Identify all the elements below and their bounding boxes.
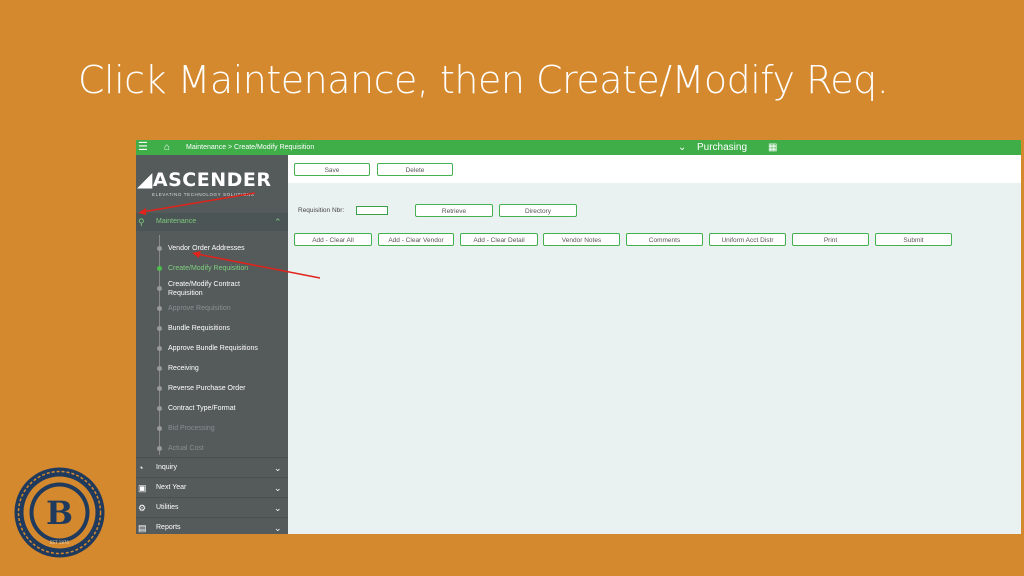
wrench-icon: ⚲ <box>138 217 145 227</box>
document-icon: ▤ <box>138 523 147 533</box>
sidebar-item-label: Requisition <box>168 290 203 297</box>
sidebar-section-label: Utilities <box>156 504 179 511</box>
delete-button[interactable]: Delete <box>377 163 453 176</box>
logo-text: ASCENDER <box>152 169 272 191</box>
home-icon[interactable]: ⌂ <box>164 140 170 155</box>
sidebar-section-label: Reports <box>156 524 181 531</box>
breadcrumb: Maintenance > Create/Modify Requisition <box>186 144 315 151</box>
chevron-down-icon: ⌄ <box>274 483 282 493</box>
sidebar-item-label: Contract Type/Format <box>168 405 236 412</box>
sidebar-section-label: Maintenance <box>156 218 197 225</box>
print-button[interactable]: Print <box>792 233 869 246</box>
grid-icon[interactable]: ▦ <box>768 142 777 153</box>
logo-tagline: ELEVATING TECHNOLOGY SOLUTIONS <box>152 192 255 197</box>
main-content: Save Delete Requisition Nbr: Retrieve Di… <box>288 155 1021 534</box>
sidebar-item-label: Approve Requisition <box>168 305 231 312</box>
sidebar: ◢ASCENDER ELEVATING TECHNOLOGY SOLUTIONS… <box>136 155 288 534</box>
add-clear-vendor-button[interactable]: Add - Clear Vendor <box>378 233 454 246</box>
module-name[interactable]: Purchasing <box>697 140 747 155</box>
chevron-down-icon[interactable]: ⌄ <box>678 140 686 155</box>
chevron-down-icon: ⌄ <box>274 503 282 513</box>
requisition-nbr-label: Requisition Nbr: <box>298 207 345 214</box>
sidebar-item-label: Create/Modify Contract <box>168 281 240 288</box>
submit-button[interactable]: Submit <box>875 233 952 246</box>
add-clear-detail-button[interactable]: Add - Clear Detail <box>460 233 538 246</box>
chevron-down-icon: ⌄ <box>274 523 282 533</box>
school-badge-logo: B EST 1876 <box>14 467 105 558</box>
sidebar-item-label: Approve Bundle Requisitions <box>168 345 258 352</box>
retrieve-button[interactable]: Retrieve <box>415 204 493 217</box>
badge-letter: B <box>46 494 73 532</box>
chevron-up-icon: ⌃ <box>274 217 282 227</box>
slide-title: Click Maintenance, then Create/Modify Re… <box>78 58 889 102</box>
sidebar-section-inquiry[interactable]: ◔ Inquiry ⌄ <box>136 457 288 478</box>
sidebar-item-label: Bundle Requisitions <box>168 325 230 332</box>
requisition-nbr-input[interactable] <box>356 206 388 215</box>
sidebar-item-label: Actual Cost <box>168 445 204 452</box>
sidebar-item-label: Receiving <box>168 365 199 372</box>
comments-button[interactable]: Comments <box>626 233 703 246</box>
sidebar-section-label: Next Year <box>156 484 187 491</box>
save-button[interactable]: Save <box>294 163 370 176</box>
sidebar-section-maintenance[interactable]: ⚲ Maintenance ⌃ <box>136 213 288 231</box>
logo: ◢ASCENDER ELEVATING TECHNOLOGY SOLUTIONS <box>136 161 288 197</box>
vendor-notes-button[interactable]: Vendor Notes <box>543 233 620 246</box>
sidebar-item-label: Vendor Order Addresses <box>168 245 245 252</box>
calendar-icon: ▣ <box>138 483 147 493</box>
uniform-acct-distr-button[interactable]: Uniform Acct Distr <box>709 233 786 246</box>
sidebar-section-utilities[interactable]: ⚙ Utilities ⌄ <box>136 497 288 518</box>
app-screenshot: ☰ ⌂ Maintenance > Create/Modify Requisit… <box>136 140 1021 534</box>
hamburger-icon[interactable]: ☰ <box>138 140 148 155</box>
top-bar: ☰ ⌂ Maintenance > Create/Modify Requisit… <box>136 140 1021 155</box>
add-clear-all-button[interactable]: Add - Clear All <box>294 233 372 246</box>
chevron-down-icon: ⌄ <box>274 463 282 473</box>
badge-text: EST 1876 <box>50 540 69 545</box>
sidebar-item-label: Bid Processing <box>168 425 215 432</box>
sidebar-item-label: Reverse Purchase Order <box>168 385 246 392</box>
toolbar: Save Delete <box>288 155 1021 183</box>
gear-icon: ⚙ <box>138 503 147 513</box>
sidebar-item-label: Create/Modify Requisition <box>168 265 249 272</box>
eye-icon: ◔ <box>138 463 144 473</box>
directory-button[interactable]: Directory <box>499 204 577 217</box>
sidebar-section-reports[interactable]: ▤ Reports ⌄ <box>136 517 288 534</box>
sidebar-section-next-year[interactable]: ▣ Next Year ⌄ <box>136 477 288 498</box>
sidebar-section-label: Inquiry <box>156 464 178 471</box>
